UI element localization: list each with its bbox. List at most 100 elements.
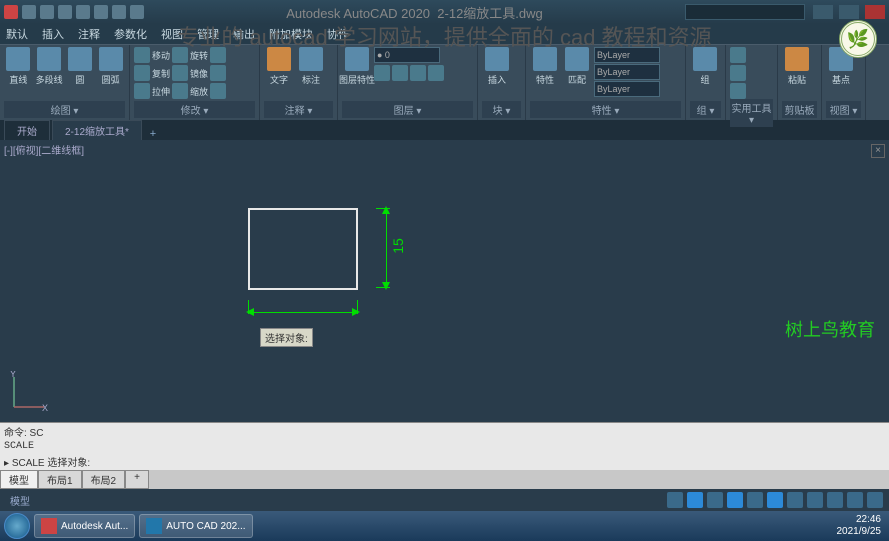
layout-tab-1[interactable]: 布局1 (38, 470, 82, 489)
lineweight-toggle-icon[interactable] (787, 492, 803, 508)
panel-title-groups[interactable]: 组 ▾ (690, 101, 721, 118)
osnap-toggle-icon[interactable] (747, 492, 763, 508)
text-icon (267, 47, 291, 71)
annotation-scale-icon[interactable] (827, 492, 843, 508)
dimension-button[interactable]: 标注 (296, 47, 326, 86)
panel-block: 插入 块 ▾ (478, 45, 526, 120)
panel-title-layers[interactable]: 图层 ▾ (342, 101, 473, 118)
task-autocad[interactable]: Autodesk Aut... (34, 514, 135, 538)
layer-tool-4-icon[interactable] (428, 65, 444, 81)
panel-title-clipboard[interactable]: 剪贴板 (782, 101, 817, 118)
layer-tool-1-icon[interactable] (374, 65, 390, 81)
badge-logo: 🌿 (839, 20, 877, 58)
panel-title-viewx[interactable]: 视图 ▾ (826, 101, 861, 118)
new-tab-button[interactable]: + (144, 128, 162, 140)
otrack-toggle-icon[interactable] (767, 492, 783, 508)
layer-tool-3-icon[interactable] (410, 65, 426, 81)
lineweight-combo[interactable]: ByLayer (594, 64, 660, 80)
layout-tab-2[interactable]: 布局2 (82, 470, 126, 489)
layer-combo[interactable]: ● 0 (374, 47, 440, 63)
panel-title-draw[interactable]: 绘图 ▾ (4, 101, 125, 118)
tab-current-file[interactable]: 2-12缩放工具* (52, 120, 142, 140)
panel-properties: 特性 匹配 ByLayer ByLayer ByLayer 特性 ▾ (526, 45, 686, 120)
menu-collab[interactable]: 协作 (327, 26, 349, 42)
match-button[interactable]: 匹配 (562, 47, 592, 86)
rotate-icon[interactable] (172, 47, 188, 63)
select-icon[interactable] (730, 83, 746, 99)
linetype-combo[interactable]: ByLayer (594, 81, 660, 97)
array-icon[interactable] (210, 83, 226, 99)
customize-icon[interactable] (867, 492, 883, 508)
save-icon[interactable] (58, 5, 72, 19)
menu-addins[interactable]: 附加模块 (269, 26, 313, 42)
transparency-toggle-icon[interactable] (807, 492, 823, 508)
trim-icon[interactable] (210, 47, 226, 63)
polyline-button[interactable]: 多段线 (35, 47, 64, 86)
minimize-button[interactable] (813, 5, 833, 19)
viewport-label[interactable]: [-][俯视][二维线框] (4, 142, 84, 157)
polar-toggle-icon[interactable] (727, 492, 743, 508)
move-icon[interactable] (134, 47, 150, 63)
tab-start[interactable]: 开始 (4, 120, 50, 140)
plot-icon[interactable] (94, 5, 108, 19)
drawing-area[interactable]: [-][俯视][二维线框] × 15 选择对象: 树上鸟教育 Y X (0, 140, 889, 422)
panel-title-properties[interactable]: 特性 ▾ (530, 101, 681, 118)
search-input[interactable] (685, 4, 805, 20)
workspace-switch-icon[interactable] (847, 492, 863, 508)
text-button[interactable]: 文字 (264, 47, 294, 86)
color-combo[interactable]: ByLayer (594, 47, 660, 63)
layout-tabs: 模型 布局1 布局2 + (0, 470, 889, 489)
ortho-toggle-icon[interactable] (707, 492, 723, 508)
line-button[interactable]: 直线 (4, 47, 33, 86)
snap-toggle-icon[interactable] (687, 492, 703, 508)
autocad-logo-icon[interactable] (4, 5, 18, 19)
layout-tab-model[interactable]: 模型 (0, 470, 38, 489)
menu-output[interactable]: 输出 (233, 26, 255, 42)
panel-title-utilities[interactable]: 实用工具 ▾ (730, 99, 773, 127)
open-icon[interactable] (40, 5, 54, 19)
arc-button[interactable]: 圆弧 (96, 47, 125, 86)
start-button[interactable] (4, 513, 30, 539)
panel-title-block[interactable]: 块 ▾ (482, 101, 521, 118)
svg-text:X: X (42, 403, 48, 413)
layer-tool-2-icon[interactable] (392, 65, 408, 81)
menu-parametric[interactable]: 参数化 (114, 26, 147, 42)
viewport-close-button[interactable]: × (871, 144, 885, 158)
system-clock[interactable]: 22:46 2021/9/25 (837, 514, 886, 538)
menu-view[interactable]: 视图 (161, 26, 183, 42)
saveas-icon[interactable] (76, 5, 90, 19)
mirror-icon[interactable] (172, 65, 188, 81)
insert-block-button[interactable]: 插入 (482, 47, 512, 86)
undo-icon[interactable] (112, 5, 126, 19)
menu-annotate[interactable]: 注释 (78, 26, 100, 42)
maximize-button[interactable] (839, 5, 859, 19)
status-model[interactable]: 模型 (10, 493, 30, 508)
panel-title-annotation[interactable]: 注释 ▾ (264, 101, 333, 118)
grid-toggle-icon[interactable] (667, 492, 683, 508)
scale-icon[interactable] (172, 83, 188, 99)
fillet-icon[interactable] (210, 65, 226, 81)
menu-manage[interactable]: 管理 (197, 26, 219, 42)
group-button[interactable]: 组 (690, 47, 720, 86)
panel-title-modify[interactable]: 修改 ▾ (134, 101, 255, 118)
ribbon: 直线 多段线 圆 圆弧 绘图 ▾ 移动 复制 拉伸 旋转 镜像 缩放 (0, 44, 889, 120)
copy-icon[interactable] (134, 65, 150, 81)
properties-icon (533, 47, 557, 71)
paste-icon (785, 47, 809, 71)
layer-props-button[interactable]: 图层特性 (342, 47, 372, 86)
calculator-icon[interactable] (730, 65, 746, 81)
redo-icon[interactable] (130, 5, 144, 19)
new-icon[interactable] (22, 5, 36, 19)
menu-insert[interactable]: 插入 (42, 26, 64, 42)
close-button[interactable] (865, 5, 885, 19)
menu-default[interactable]: 默认 (6, 26, 28, 42)
layout-tab-add[interactable]: + (125, 470, 149, 489)
task-word[interactable]: AUTO CAD 202... (139, 514, 252, 538)
block-icon (485, 47, 509, 71)
stretch-icon[interactable] (134, 83, 150, 99)
circle-button[interactable]: 圆 (66, 47, 95, 86)
paste-button[interactable]: 粘贴 (782, 47, 812, 86)
command-input[interactable]: ▸ SCALE 选择对象: (0, 453, 889, 470)
measure-icon[interactable] (730, 47, 746, 63)
properties-button[interactable]: 特性 (530, 47, 560, 86)
